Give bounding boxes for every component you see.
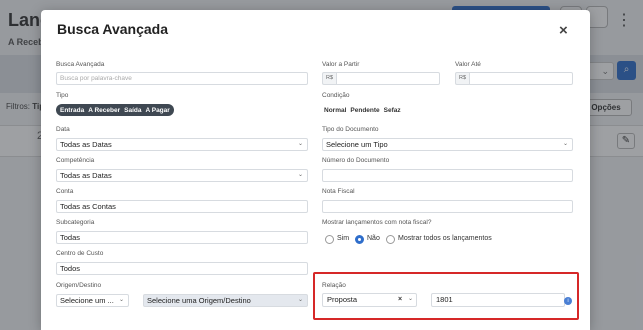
- close-icon[interactable]: ×: [559, 22, 568, 39]
- nota-fiscal-label: Nota Fiscal: [322, 188, 355, 195]
- info-icon[interactable]: i: [564, 297, 572, 305]
- relacao-select-value: Proposta: [327, 295, 358, 304]
- data-label: Data: [56, 126, 70, 133]
- origem-type-select[interactable]: Selecione um ... ⌄: [56, 294, 129, 307]
- tipo-doc-select[interactable]: Selecione um Tipo ⌄: [322, 138, 573, 151]
- tipo-doc-label: Tipo do Documento: [322, 126, 379, 133]
- numero-doc-label: Número do Documento: [322, 157, 390, 164]
- tipo-doc-value: Selecione um Tipo: [326, 140, 388, 149]
- modal-title: Busca Avançada: [57, 21, 169, 37]
- relacao-number-input[interactable]: 1801: [431, 293, 565, 307]
- tipo-option-a-pagar[interactable]: A Pagar: [143, 107, 171, 114]
- valor-partir-label: Valor a Partir: [322, 61, 360, 68]
- origem-type-value: Selecione um ...: [60, 296, 114, 305]
- condicao-label: Condição: [322, 92, 350, 99]
- tipo-label: Tipo: [56, 92, 69, 99]
- valor-ate-input[interactable]: [469, 72, 573, 85]
- competencia-select-value: Todas as Datas: [60, 171, 112, 180]
- centro-custo-field[interactable]: Todos: [56, 262, 308, 275]
- chevron-down-icon: ⌄: [118, 297, 124, 303]
- clear-x-icon[interactable]: ×: [398, 296, 402, 303]
- conta-field[interactable]: Todas as Contas: [56, 200, 308, 213]
- subcategoria-field[interactable]: Todas: [56, 231, 308, 244]
- conta-label: Conta: [56, 188, 74, 195]
- origem-destino-value: Selecione uma Origem/Destino: [147, 296, 251, 305]
- origem-destino-select[interactable]: Selecione uma Origem/Destino ⌄: [143, 294, 308, 307]
- currency-prefix: R$: [455, 72, 469, 85]
- condicao-segmented-control: Normal Pendente Sefaz: [322, 104, 403, 116]
- chevron-down-icon: ⌄: [297, 297, 303, 303]
- competencia-select[interactable]: Todas as Datas ⌄: [56, 169, 308, 182]
- tipo-option-entrada[interactable]: Entrada: [58, 107, 86, 114]
- condicao-option-pendente[interactable]: Pendente: [348, 107, 381, 114]
- subcategoria-label: Subcategoria: [56, 219, 95, 226]
- valor-partir-input[interactable]: [336, 72, 440, 85]
- tipo-segmented-control: Entrada A Receber Saída A Pagar: [56, 104, 174, 116]
- data-select-value: Todas as Datas: [60, 140, 112, 149]
- valor-ate-label: Valor Até: [455, 61, 481, 68]
- nota-fiscal-input[interactable]: [322, 200, 573, 213]
- mostrar-nota-label: Mostrar lançamentos com nota fiscal?: [322, 219, 432, 226]
- chevron-down-icon: ⌄: [297, 172, 303, 178]
- radio-nao-label: Não: [367, 235, 380, 242]
- radio-mostrar-todos-label: Mostrar todos os lançamentos: [398, 235, 492, 242]
- chevron-down-icon: ⌄: [562, 141, 568, 147]
- advanced-search-modal: Busca Avançada × Busca Avançada Busca po…: [41, 10, 590, 330]
- competencia-label: Competência: [56, 157, 95, 164]
- radio-sim-label: Sim: [337, 235, 350, 242]
- centro-custo-label: Centro de Custo: [56, 250, 104, 257]
- busca-label: Busca Avançada: [56, 61, 105, 68]
- chevron-down-icon[interactable]: ⌄: [408, 295, 413, 302]
- currency-prefix: R$: [322, 72, 336, 85]
- tipo-option-a-receber[interactable]: A Receber: [86, 107, 122, 114]
- radio-nao[interactable]: [355, 235, 364, 244]
- tipo-option-saida[interactable]: Saída: [122, 107, 143, 114]
- data-select[interactable]: Todas as Datas ⌄: [56, 138, 308, 151]
- condicao-option-sefaz[interactable]: Sefaz: [382, 107, 403, 114]
- chevron-down-icon: ⌄: [297, 141, 303, 147]
- relacao-label: Relação: [322, 282, 346, 289]
- numero-doc-input[interactable]: [322, 169, 573, 182]
- origem-label: Origem/Destino: [56, 282, 102, 289]
- radio-sim[interactable]: [325, 235, 334, 244]
- radio-mostrar-todos[interactable]: [386, 235, 395, 244]
- condicao-option-normal[interactable]: Normal: [322, 107, 348, 114]
- keyword-search-input[interactable]: Busca por palavra-chave: [56, 72, 308, 85]
- relacao-select[interactable]: Proposta: [322, 293, 417, 307]
